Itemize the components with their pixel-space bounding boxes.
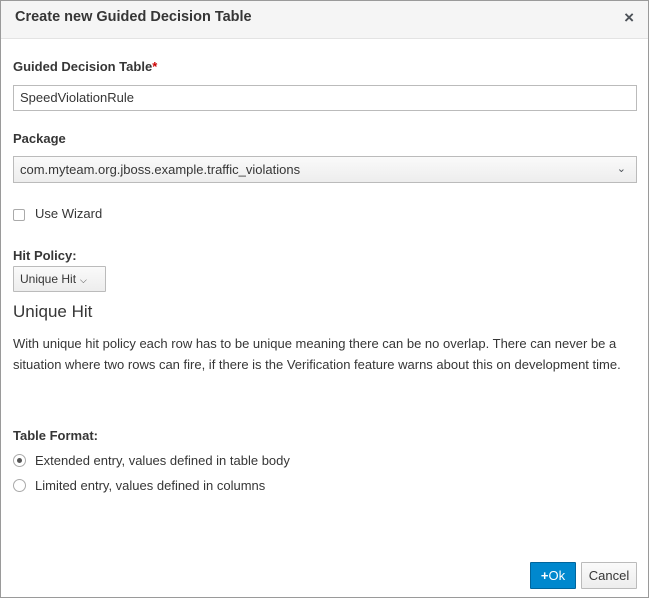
policy-description: With unique hit policy each row has to b…: [13, 336, 621, 372]
radio-extended-entry-label: Extended entry, values defined in table …: [35, 453, 290, 468]
dialog-title: Create new Guided Decision Table: [15, 9, 252, 25]
policy-title: Unique Hit: [13, 302, 93, 321]
use-wizard-label: Use Wizard: [35, 206, 103, 221]
chevron-down-icon: ⌄: [616, 163, 626, 175]
hit-policy-dropdown[interactable]: Unique Hit ⌵: [13, 266, 106, 292]
use-wizard-checkbox[interactable]: [13, 209, 25, 221]
required-marker: *: [152, 59, 158, 74]
radio-limited-entry-label: Limited entry, values defined in columns: [35, 478, 266, 493]
table-name-label-text: Guided Decision Table: [13, 59, 153, 74]
caret-down-icon: ⌵: [80, 275, 87, 285]
close-icon[interactable]: ×: [624, 8, 634, 28]
create-guided-decision-table-dialog: Create new Guided Decision Table × Guide…: [0, 0, 649, 598]
package-select-value: com.myteam.org.jboss.example.traffic_vio…: [20, 162, 301, 177]
cancel-button[interactable]: Cancel: [581, 562, 637, 589]
hit-policy-value: Unique Hit: [20, 272, 77, 286]
table-format-label: Table Format:: [13, 428, 98, 443]
package-label: Package: [13, 131, 66, 146]
table-name-input[interactable]: SpeedViolationRule: [13, 85, 637, 111]
table-name-label: Guided Decision Table*: [13, 59, 157, 74]
ok-button-label: Ok: [548, 568, 566, 583]
dialog-header: Create new Guided Decision Table ×: [1, 1, 648, 39]
radio-extended-entry[interactable]: [13, 454, 26, 467]
ok-button[interactable]: +Ok: [530, 562, 576, 589]
hit-policy-label: Hit Policy:: [13, 248, 77, 263]
package-select[interactable]: com.myteam.org.jboss.example.traffic_vio…: [13, 156, 637, 183]
radio-limited-entry[interactable]: [13, 479, 26, 492]
